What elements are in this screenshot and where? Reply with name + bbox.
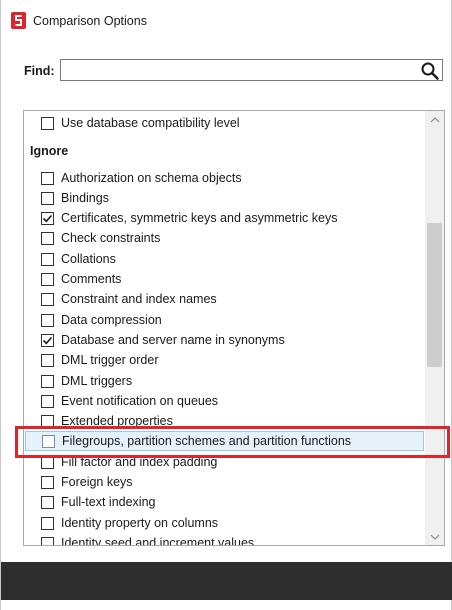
option-row-selected[interactable]: Filegroups, partition schemes and partit…	[25, 431, 424, 451]
option-row[interactable]: Collations	[24, 249, 424, 269]
section-header-ignore: Ignore	[30, 144, 69, 158]
option-label: Event notification on queues	[61, 394, 219, 408]
option-row[interactable]: Comments	[24, 269, 424, 289]
option-label: DML triggers	[61, 374, 133, 388]
checkbox-use-database-compatibility-level[interactable]	[41, 116, 54, 130]
option-row[interactable]: Full-text indexing	[24, 492, 424, 512]
option-checkbox[interactable]	[41, 495, 54, 509]
option-checkbox[interactable]	[41, 252, 54, 266]
option-label: Authorization on schema objects	[61, 171, 242, 185]
vertical-scrollbar[interactable]	[425, 111, 444, 545]
option-label: Collations	[61, 252, 116, 266]
option-row[interactable]: Certificates, symmetric keys and asymmet…	[24, 208, 424, 228]
option-checkbox[interactable]	[41, 475, 54, 489]
checkmark-icon	[42, 214, 53, 222]
option-row[interactable]: DML trigger order	[24, 350, 424, 370]
option-row[interactable]: Fill factor and index padding	[24, 452, 424, 472]
title-bar: Comparison Options	[1, 0, 451, 40]
option-row[interactable]: Authorization on schema objects	[24, 168, 424, 188]
option-label: Foreign keys	[61, 475, 133, 489]
option-label: Database and server name in synonyms	[61, 333, 285, 347]
scrollbar-thumb[interactable]	[427, 223, 442, 367]
option-row[interactable]: Identity property on columns	[24, 513, 424, 533]
option-checkbox[interactable]	[42, 434, 55, 448]
option-label: Identity property on columns	[61, 516, 219, 530]
checkmark-icon	[42, 336, 53, 344]
find-input[interactable]	[60, 59, 443, 81]
option-row[interactable]: Bindings	[24, 188, 424, 208]
option-label: Filegroups, partition schemes and partit…	[62, 434, 352, 448]
option-checkbox[interactable]	[41, 231, 54, 245]
option-checkbox[interactable]	[41, 394, 54, 408]
option-checkbox[interactable]	[41, 313, 54, 327]
chevron-up-icon[interactable]	[425, 111, 444, 128]
option-checkbox[interactable]	[41, 171, 54, 185]
search-icon[interactable]	[420, 61, 440, 81]
option-row[interactable]: Database and server name in synonyms	[24, 330, 424, 350]
option-checkbox[interactable]	[41, 516, 54, 530]
find-label: Find:	[24, 64, 55, 78]
option-row[interactable]: Constraint and index names	[24, 289, 424, 309]
option-label: DML trigger order	[61, 353, 159, 367]
option-row[interactable]: DML triggers	[24, 371, 424, 391]
option-row-use-database-compatibility-level[interactable]: Use database compatibility level	[24, 113, 424, 133]
option-label: Identity seed and increment values	[61, 536, 255, 546]
option-checkbox-checked[interactable]	[41, 333, 54, 347]
option-checkbox[interactable]	[41, 374, 54, 388]
option-row[interactable]: Event notification on queues	[24, 391, 424, 411]
option-label: Check constraints	[61, 231, 161, 245]
option-label: Constraint and index names	[61, 292, 217, 306]
option-checkbox[interactable]	[41, 191, 54, 205]
option-checkbox[interactable]	[41, 536, 54, 545]
window-title: Comparison Options	[33, 14, 147, 28]
option-row[interactable]: Foreign keys	[24, 472, 424, 492]
option-label: Extended properties	[61, 414, 173, 428]
footer-bar	[1, 562, 452, 600]
option-checkbox[interactable]	[41, 353, 54, 367]
find-row: Find:	[1, 56, 451, 84]
redgate-logo-icon	[11, 12, 26, 29]
option-label: Use database compatibility level	[61, 116, 240, 130]
option-row[interactable]: Check constraints	[24, 228, 424, 248]
option-checkbox[interactable]	[41, 455, 54, 469]
options-list: Use database compatibility level Ignore …	[23, 110, 445, 546]
option-label: Certificates, symmetric keys and asymmet…	[61, 211, 338, 225]
option-label: Fill factor and index padding	[61, 455, 218, 469]
option-checkbox-checked[interactable]	[41, 211, 54, 225]
option-row[interactable]: Extended properties	[24, 411, 424, 431]
option-row[interactable]: Identity seed and increment values	[24, 533, 424, 546]
option-label: Data compression	[61, 313, 162, 327]
option-checkbox[interactable]	[41, 272, 54, 286]
option-label: Comments	[61, 272, 122, 286]
option-row[interactable]: Data compression	[24, 310, 424, 330]
comparison-options-window: Comparison Options Find: Use database co…	[0, 0, 452, 610]
option-label: Bindings	[61, 191, 109, 205]
option-checkbox[interactable]	[41, 414, 54, 428]
option-checkbox[interactable]	[41, 292, 54, 306]
option-label: Full-text indexing	[61, 495, 156, 509]
chevron-down-icon[interactable]	[425, 528, 444, 545]
